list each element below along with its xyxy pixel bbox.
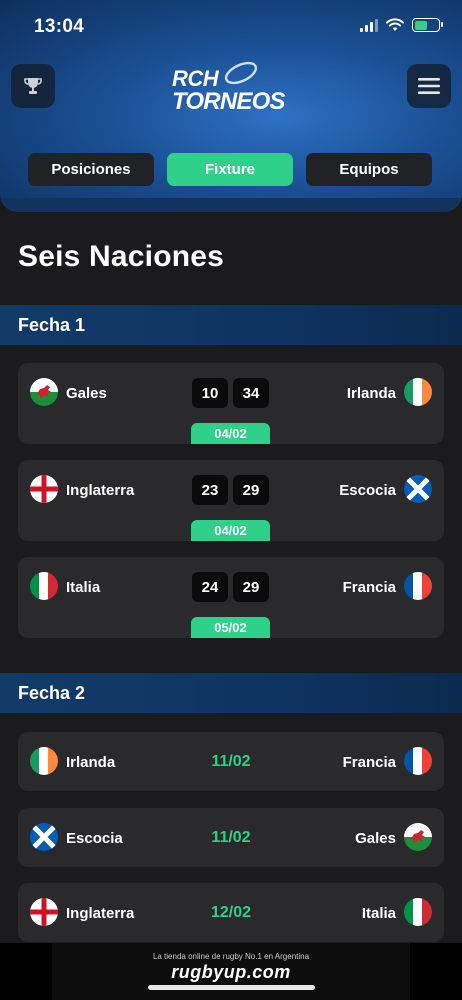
italy-flag-icon: [30, 572, 58, 600]
trophy-icon: [24, 78, 42, 94]
status-bar: 13:04: [0, 0, 462, 52]
match-date: 05/02: [191, 617, 270, 638]
away-score: 29: [233, 475, 269, 505]
away-team-name: Francia: [342, 754, 396, 771]
match-date: 04/02: [191, 520, 270, 541]
ad-tagline: La tienda online de rugby No.1 en Argent…: [152, 952, 310, 961]
page-title: Seis Naciones: [18, 240, 225, 273]
away-team-name: Escocia: [339, 482, 396, 499]
england-flag-icon: [30, 475, 58, 503]
away-team-name: Irlanda: [346, 385, 396, 402]
home-score: 10: [192, 378, 228, 408]
away-score: 29: [233, 572, 269, 602]
scotland-flag-icon: [404, 475, 432, 503]
round-label: Fecha 2: [18, 682, 86, 703]
match-card[interactable]: Irlanda 11/02 Francia: [18, 732, 444, 791]
match-date: 04/02: [191, 423, 270, 444]
home-team-name: Italia: [66, 579, 101, 596]
round-header-fecha-1: Fecha 1: [0, 305, 462, 345]
app-logo: RCH TORNEOS: [170, 60, 295, 118]
menu-button[interactable]: [407, 64, 451, 108]
section-tabs: Posiciones Fixture Equipos: [28, 153, 434, 187]
match-card[interactable]: Escocia 11/02 Gales: [18, 808, 444, 867]
status-icons: [360, 18, 443, 32]
home-score: 24: [192, 572, 228, 602]
match-card[interactable]: Gales 10 34 Irlanda 04/02: [18, 363, 444, 444]
round-header-fecha-2: Fecha 2: [0, 673, 462, 713]
tab-equipos[interactable]: Equipos: [306, 153, 432, 186]
away-team-name: Francia: [342, 579, 396, 596]
home-team-name: Inglaterra: [66, 482, 135, 499]
home-indicator[interactable]: [148, 985, 315, 990]
match-card[interactable]: Italia 24 29 Francia 05/02: [18, 557, 444, 638]
hamburger-menu-icon: [418, 78, 440, 94]
tab-posiciones[interactable]: Posiciones: [28, 153, 154, 186]
away-team-name: Gales: [355, 830, 396, 847]
home-score: 23: [192, 475, 228, 505]
france-flag-icon: [404, 572, 432, 600]
home-team-name: Gales: [66, 385, 107, 402]
rugby-ball-icon: [224, 61, 258, 85]
logo-line-2: TORNEOS: [172, 88, 285, 115]
match-card[interactable]: Inglaterra 23 29 Escocia 04/02: [18, 460, 444, 541]
italy-flag-icon: [404, 898, 432, 926]
app-header: 13:04 RCH TORNEOS Posiciones Fixture Equ…: [0, 0, 462, 212]
wifi-icon: [386, 18, 404, 31]
wales-flag-icon: [404, 823, 432, 851]
battery-icon: [412, 18, 443, 32]
trophy-button[interactable]: [11, 64, 55, 108]
away-score: 34: [233, 378, 269, 408]
away-team-name: Italia: [361, 905, 396, 922]
cellular-signal-icon: [360, 18, 378, 32]
status-time: 13:04: [34, 16, 85, 37]
ad-banner-content[interactable]: La tienda online de rugby No.1 en Argent…: [52, 943, 410, 1000]
ad-banner[interactable]: La tienda online de rugby No.1 en Argent…: [0, 943, 462, 1000]
match-card[interactable]: Inglaterra 12/02 Italia: [18, 883, 444, 942]
wales-flag-icon: [30, 378, 58, 406]
france-flag-icon: [404, 747, 432, 775]
round-label: Fecha 1: [18, 314, 86, 335]
ad-brand: rugbyup.com: [171, 962, 291, 982]
ireland-flag-icon: [404, 378, 432, 406]
tab-fixture[interactable]: Fixture: [167, 153, 293, 186]
